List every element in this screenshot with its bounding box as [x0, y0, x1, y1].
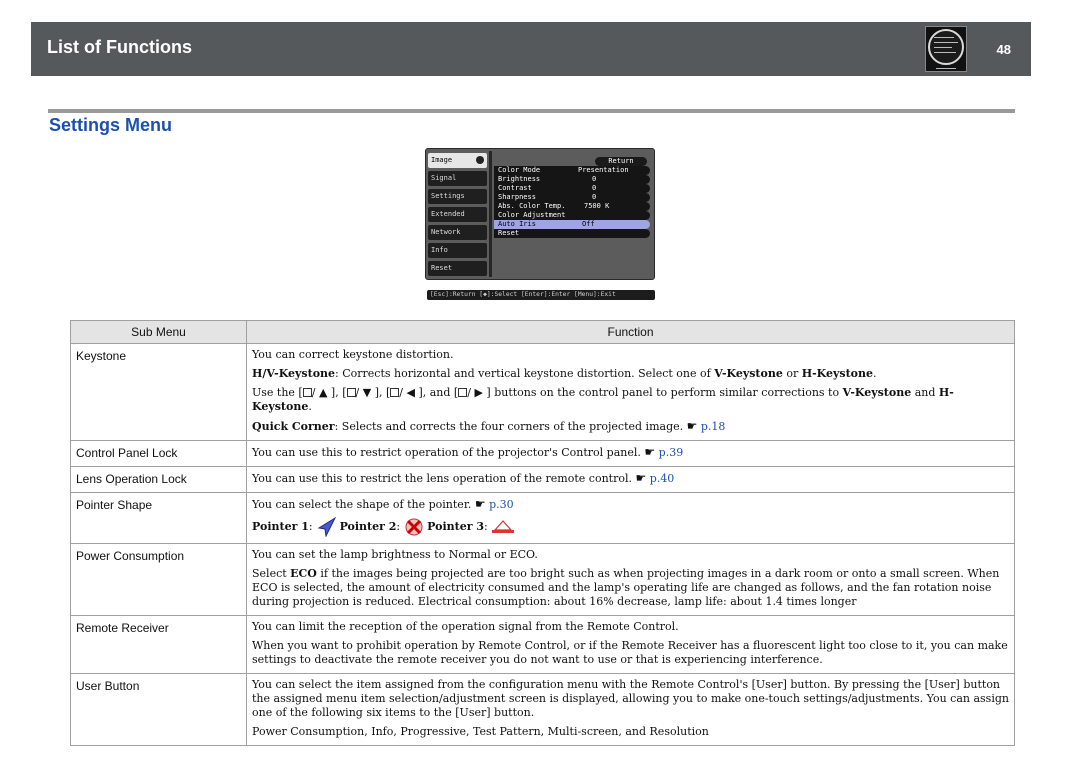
rotate-icon — [476, 156, 484, 164]
osd-row: Brightness 0 — [494, 175, 650, 184]
osd-row: Abs. Color Temp. 7500 K — [494, 202, 650, 211]
osd-row: Reset — [494, 229, 650, 238]
osd-row-selected: Auto Iris Off — [494, 220, 650, 229]
osd-tab-settings: Settings — [428, 189, 487, 204]
page-number: 48 — [996, 42, 1011, 57]
osd-divider — [489, 151, 492, 277]
section-title: Settings Menu — [49, 115, 173, 135]
pointing-hand-icon: ☛ — [474, 497, 486, 511]
keystone-right-icon — [458, 388, 468, 397]
table-row: Lens Operation Lock You can use this to … — [70, 466, 1015, 493]
keystone-bottom-icon — [346, 388, 356, 397]
pointer-target-icon — [405, 518, 423, 536]
keystone-top-icon — [302, 388, 312, 397]
osd-panel: Return Color Mode Presentation Brightness… — [494, 155, 650, 273]
osd-tab-info: Info — [428, 243, 487, 258]
pointer-arrow-icon — [317, 517, 337, 537]
function-lens-operation-lock: You can use this to restrict the lens op… — [246, 466, 1015, 493]
osd-menu: Image Signal Settings Extended Network I… — [425, 148, 655, 280]
up-arrow-icon: ▲ — [318, 386, 328, 399]
function-remote-receiver: You can limit the reception of the opera… — [246, 615, 1015, 674]
table-row: Pointer Shape You can select the shape o… — [70, 492, 1015, 544]
header-bar: List of Functions 48 — [31, 22, 1031, 76]
pointing-hand-icon: ☛ — [644, 445, 656, 459]
left-arrow-icon: ◀ — [406, 386, 415, 399]
sub-menu-pointer-shape: Pointer Shape — [70, 492, 247, 544]
sub-menu-lens-operation-lock: Lens Operation Lock — [70, 466, 247, 493]
pointing-hand-icon: ☛ — [635, 471, 647, 485]
down-arrow-icon: ▼ — [362, 386, 372, 399]
header-title: List of Functions — [47, 37, 192, 57]
link-p30[interactable]: p.30 — [489, 498, 514, 511]
pointer-bar-icon — [492, 520, 515, 533]
column-header-function: Function — [246, 320, 1015, 344]
osd-row: Contrast 0 — [494, 184, 650, 193]
link-p39[interactable]: p.39 — [659, 446, 684, 459]
sub-menu-control-panel-lock: Control Panel Lock — [70, 440, 247, 467]
sub-menu-remote-receiver: Remote Receiver — [70, 615, 247, 674]
function-pointer-shape: You can select the shape of the pointer.… — [246, 492, 1015, 544]
osd-row: Sharpness 0 — [494, 193, 650, 202]
functions-table: Sub Menu Function Keystone You can corre… — [70, 320, 1015, 746]
header-thumbnail — [925, 26, 967, 72]
pointing-hand-icon: ☛ — [686, 419, 698, 433]
function-power-consumption: You can set the lamp brightness to Norma… — [246, 543, 1015, 616]
link-p18[interactable]: p.18 — [701, 420, 726, 433]
link-p40[interactable]: p.40 — [650, 472, 675, 485]
function-keystone: You can correct keystone distortion. H/V… — [246, 343, 1015, 441]
osd-return: Return — [595, 157, 647, 166]
function-user-button: You can select the item assigned from th… — [246, 673, 1015, 746]
table-row: Keystone You can correct keystone distor… — [70, 343, 1015, 441]
table-header-row: Sub Menu Function — [70, 320, 1015, 344]
keystone-left-icon — [390, 388, 400, 397]
osd-help-bar: [Esc]:Return [◆]:Select [Enter]:Enter [M… — [427, 290, 655, 300]
sub-menu-power-consumption: Power Consumption — [70, 543, 247, 616]
section-divider — [48, 109, 1015, 113]
table-row: User Button You can select the item assi… — [70, 673, 1015, 746]
osd-row: Color Adjustment — [494, 211, 650, 220]
column-header-sub-menu: Sub Menu — [70, 320, 247, 344]
function-control-panel-lock: You can use this to restrict operation o… — [246, 440, 1015, 467]
right-arrow-icon: ▶ — [474, 386, 483, 399]
sub-menu-user-button: User Button — [70, 673, 247, 746]
osd-tab-network: Network — [428, 225, 487, 240]
table-row: Control Panel Lock You can use this to r… — [70, 440, 1015, 467]
osd-tab-reset: Reset — [428, 261, 487, 276]
sub-menu-keystone: Keystone — [70, 343, 247, 441]
osd-tab-signal: Signal — [428, 171, 487, 186]
table-row: Power Consumption You can set the lamp b… — [70, 543, 1015, 616]
osd-tab-extended: Extended — [428, 207, 487, 222]
osd-row: Color Mode Presentation — [494, 166, 650, 175]
table-row: Remote Receiver You can limit the recept… — [70, 615, 1015, 674]
osd-tab-image: Image — [428, 153, 487, 168]
